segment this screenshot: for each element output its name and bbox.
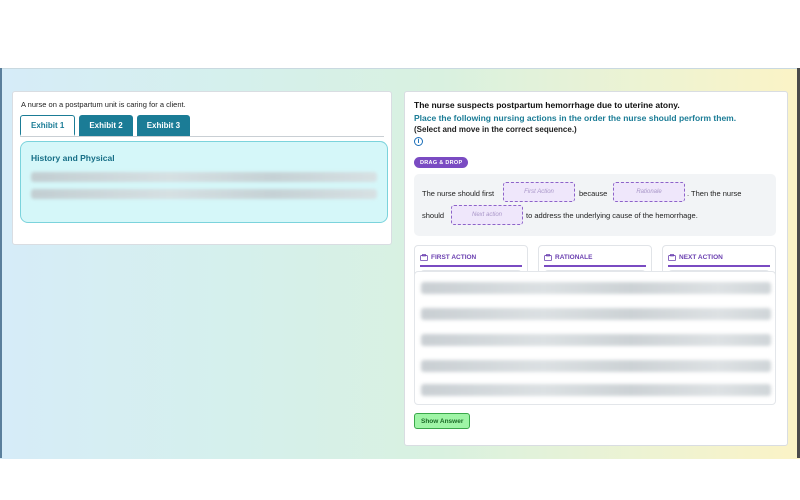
blurred-option[interactable]	[421, 308, 771, 320]
info-icon[interactable]: i	[414, 137, 423, 146]
question-panel: The nurse suspects postpartum hemorrhage…	[404, 91, 788, 446]
column-header: FIRST ACTION	[420, 254, 522, 267]
history-physical-title: History and Physical	[31, 153, 115, 163]
exhibit-panel: A nurse on a postpartum unit is caring f…	[12, 91, 392, 245]
column-title: RATIONALE	[555, 254, 593, 261]
blurred-option[interactable]	[421, 384, 771, 396]
sentence-part-1: The nurse should first	[422, 189, 495, 198]
question-stem: The nurse suspects postpartum hemorrhage…	[414, 100, 680, 110]
column-title: FIRST ACTION	[431, 254, 477, 261]
sentence-part-5: to address the underlying cause of the h…	[526, 211, 698, 220]
blurred-option[interactable]	[421, 282, 771, 294]
show-answer-button[interactable]: Show Answer	[414, 413, 471, 429]
question-instruction: Place the following nursing actions in t…	[414, 113, 737, 123]
drop-slot-rationale[interactable]: Rationale	[613, 182, 685, 202]
question-hint: (Select and move in the correct sequence…	[414, 125, 577, 134]
drop-slot-first-action[interactable]: First Action	[503, 182, 575, 202]
sentence-part-2: because	[579, 189, 608, 198]
blurred-option[interactable]	[421, 334, 771, 346]
drag-drop-badge: DRAG & DROP	[414, 157, 469, 168]
answer-options-list	[414, 271, 776, 405]
tab-exhibit-2[interactable]: Exhibit 2	[79, 115, 133, 136]
briefcase-icon	[668, 254, 676, 261]
briefcase-icon	[544, 254, 552, 261]
blurred-option[interactable]	[421, 360, 771, 372]
drop-slot-next-action[interactable]: Next action	[451, 205, 523, 225]
column-header: NEXT ACTION	[668, 254, 770, 267]
blurred-text-line	[31, 189, 377, 199]
tab-exhibit-3[interactable]: Exhibit 3	[136, 115, 191, 136]
window-edge-left	[0, 68, 2, 458]
sentence-template: The nurse should first First Action beca…	[414, 174, 776, 236]
history-physical-card: History and Physical	[20, 141, 388, 223]
column-title: NEXT ACTION	[679, 254, 723, 261]
briefcase-icon	[420, 254, 428, 261]
tab-exhibit-1[interactable]: Exhibit 1	[20, 115, 76, 136]
column-header: RATIONALE	[544, 254, 646, 267]
sentence-part-4: should	[422, 211, 445, 220]
case-intro: A nurse on a postpartum unit is caring f…	[21, 100, 186, 109]
sentence-part-3: . Then the nurse	[687, 189, 742, 198]
tab-divider	[20, 136, 384, 137]
exhibit-tabs: Exhibit 1 Exhibit 2 Exhibit 3	[20, 115, 191, 136]
blurred-text-line	[31, 172, 377, 182]
